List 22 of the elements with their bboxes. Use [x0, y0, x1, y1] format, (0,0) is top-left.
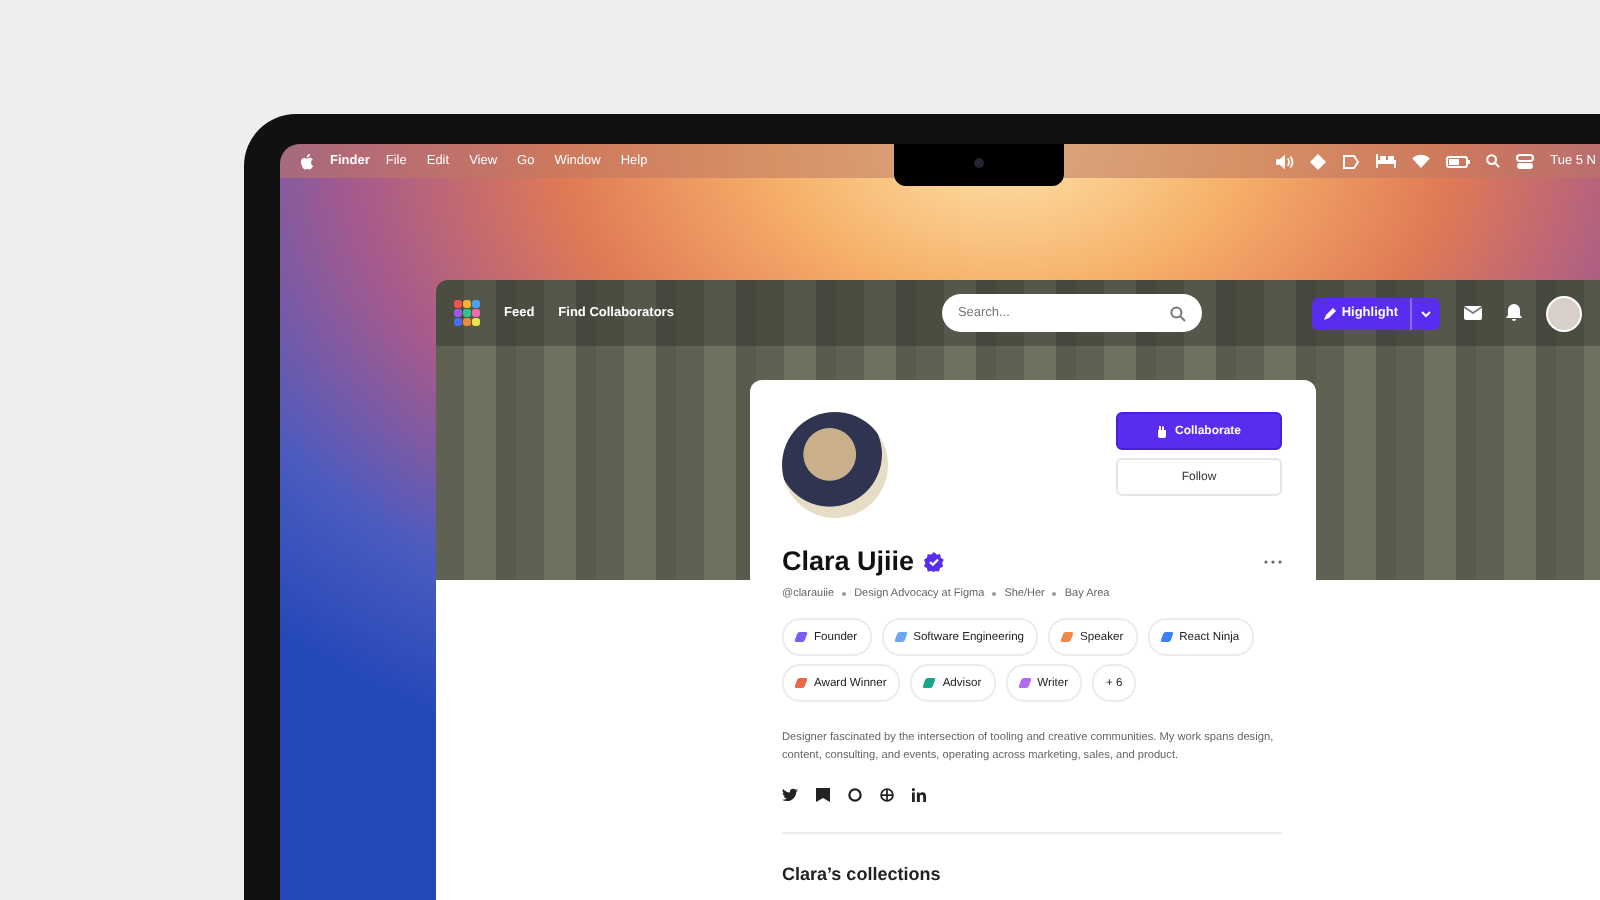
avatar[interactable] [1546, 295, 1582, 331]
logo-icon[interactable] [454, 300, 480, 326]
battery-icon[interactable] [1446, 155, 1471, 167]
profile-name: Clara Ujiie [782, 546, 915, 576]
pen-icon [1323, 307, 1336, 319]
bookmark-icon[interactable] [816, 788, 830, 803]
tag-icon[interactable] [1342, 153, 1361, 169]
bird-icon[interactable] [782, 788, 798, 803]
control-center-icon[interactable] [1516, 153, 1535, 169]
search-icon[interactable] [1486, 154, 1501, 168]
diamond-icon[interactable] [1310, 153, 1327, 169]
section-heading: Clara’s collections [782, 864, 943, 885]
search-icon [1169, 305, 1186, 321]
apple-icon[interactable] [300, 153, 314, 169]
caret-icon [1420, 309, 1432, 317]
volume-icon[interactable] [1276, 153, 1295, 169]
globe-icon[interactable] [880, 788, 894, 803]
wifi-icon[interactable] [1412, 154, 1431, 168]
bell-icon[interactable] [1506, 304, 1522, 322]
mail-icon[interactable] [1464, 306, 1482, 320]
bed-icon[interactable] [1376, 154, 1397, 168]
linkedin-icon[interactable] [912, 788, 926, 803]
